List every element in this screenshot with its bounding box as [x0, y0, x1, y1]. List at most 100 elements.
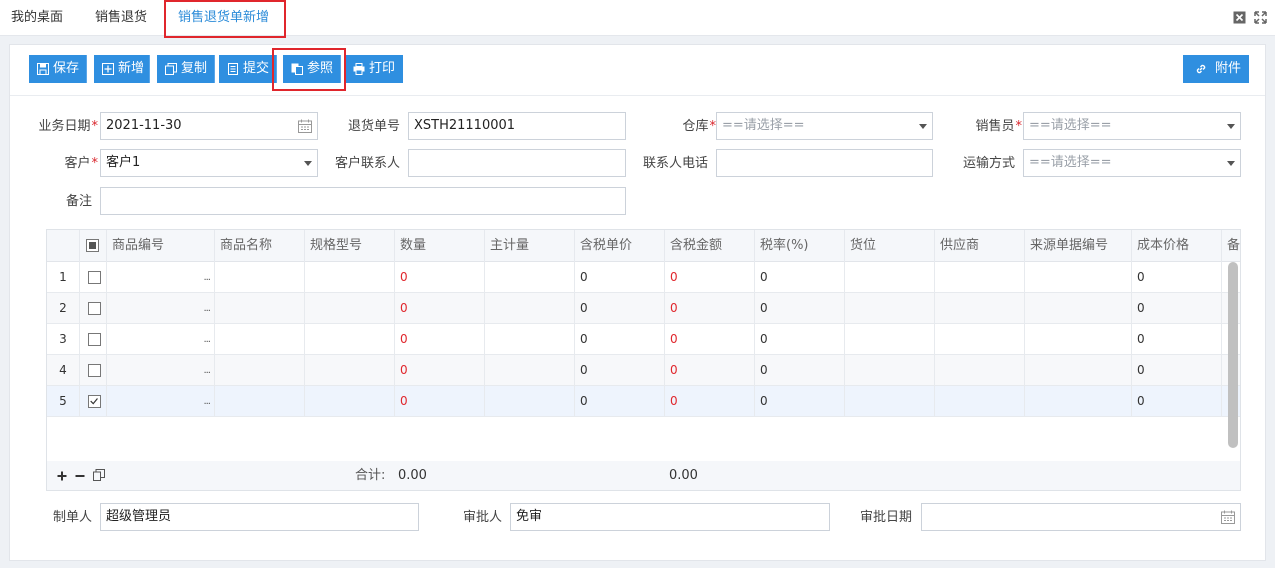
location-cell[interactable]	[845, 386, 935, 417]
product-name-cell[interactable]	[215, 355, 305, 386]
col-header[interactable]: 税率(%)	[755, 230, 845, 262]
price-cell[interactable]: 0	[575, 293, 665, 324]
price-cell[interactable]: 0	[575, 262, 665, 293]
qty-cell[interactable]: 0	[395, 355, 485, 386]
checkbox-cell[interactable]	[80, 262, 107, 293]
remove-row-icon[interactable]	[75, 471, 85, 481]
location-cell[interactable]	[845, 355, 935, 386]
tab-my-desktop[interactable]: 我的桌面	[11, 0, 63, 36]
product-name-cell[interactable]	[215, 324, 305, 355]
cost-cell[interactable]: 0	[1132, 293, 1222, 324]
source-no-cell[interactable]	[1025, 355, 1132, 386]
checkbox-cell[interactable]	[80, 355, 107, 386]
supplier-cell[interactable]	[935, 386, 1025, 417]
select-all-checkbox[interactable]	[86, 239, 99, 252]
supplier-cell[interactable]	[935, 293, 1025, 324]
fullscreen-icon[interactable]	[1254, 11, 1267, 24]
product-code-cell[interactable]: ...	[107, 355, 215, 386]
cost-cell[interactable]: 0	[1132, 324, 1222, 355]
spec-cell[interactable]	[305, 355, 395, 386]
col-header[interactable]: 来源单据编号	[1025, 230, 1132, 262]
location-cell[interactable]	[845, 293, 935, 324]
amount-cell[interactable]: 0	[665, 324, 755, 355]
product-name-cell[interactable]	[215, 293, 305, 324]
price-cell[interactable]: 0	[575, 386, 665, 417]
ellipsis-icon[interactable]: ...	[203, 293, 210, 324]
save-button[interactable]: 保存	[29, 55, 87, 83]
qty-cell[interactable]: 0	[395, 386, 485, 417]
col-header[interactable]: 商品编号	[107, 230, 215, 262]
cost-cell[interactable]: 0	[1132, 262, 1222, 293]
unit-cell[interactable]	[485, 386, 575, 417]
ellipsis-icon[interactable]: ...	[203, 324, 210, 355]
unit-cell[interactable]	[485, 324, 575, 355]
table-row[interactable]: 2... 0 0 0 0 0	[47, 293, 1240, 324]
checkbox-cell[interactable]	[80, 386, 107, 417]
print-button[interactable]: 打印	[345, 55, 403, 83]
unit-cell[interactable]	[485, 355, 575, 386]
amount-cell[interactable]: 0	[665, 293, 755, 324]
row-checkbox[interactable]	[88, 364, 101, 377]
col-header[interactable]: 数量	[395, 230, 485, 262]
remark-field[interactable]	[100, 187, 626, 215]
product-name-cell[interactable]	[215, 262, 305, 293]
location-cell[interactable]	[845, 262, 935, 293]
spec-cell[interactable]	[305, 293, 395, 324]
product-code-cell[interactable]: ...	[107, 324, 215, 355]
close-window-icon[interactable]	[1233, 11, 1246, 24]
supplier-cell[interactable]	[935, 262, 1025, 293]
tax-rate-cell[interactable]: 0	[755, 355, 845, 386]
col-header[interactable]: 规格型号	[305, 230, 395, 262]
table-row[interactable]: 1... 0 0 0 0 0	[47, 262, 1240, 293]
col-header[interactable]: 备	[1222, 230, 1240, 262]
product-code-cell[interactable]: ...	[107, 293, 215, 324]
col-header[interactable]: 成本价格	[1132, 230, 1222, 262]
calendar-icon[interactable]	[298, 119, 312, 133]
tax-rate-cell[interactable]: 0	[755, 386, 845, 417]
copy-button[interactable]: 复制	[157, 55, 215, 83]
ellipsis-icon[interactable]: ...	[203, 355, 210, 386]
source-no-cell[interactable]	[1025, 324, 1132, 355]
tax-rate-cell[interactable]: 0	[755, 262, 845, 293]
col-header[interactable]: 供应商	[935, 230, 1025, 262]
amount-cell[interactable]: 0	[665, 262, 755, 293]
col-header[interactable]: 含税单价	[575, 230, 665, 262]
table-row[interactable]: 4... 0 0 0 0 0	[47, 355, 1240, 386]
return-no-field[interactable]: XSTH21110001	[408, 112, 626, 140]
tax-rate-cell[interactable]: 0	[755, 293, 845, 324]
col-header[interactable]: 商品名称	[215, 230, 305, 262]
source-no-cell[interactable]	[1025, 293, 1132, 324]
tab-sales-return[interactable]: 销售退货	[95, 0, 147, 36]
col-header[interactable]: 含税金额	[665, 230, 755, 262]
customer-select[interactable]: 客户1	[100, 149, 318, 177]
phone-field[interactable]	[716, 149, 933, 177]
qty-cell[interactable]: 0	[395, 293, 485, 324]
row-checkbox[interactable]	[88, 271, 101, 284]
creator-field[interactable]: 超级管理员	[100, 503, 419, 531]
col-header[interactable]: 主计量	[485, 230, 575, 262]
col-header[interactable]: 货位	[845, 230, 935, 262]
price-cell[interactable]: 0	[575, 355, 665, 386]
unit-cell[interactable]	[485, 293, 575, 324]
source-no-cell[interactable]	[1025, 386, 1132, 417]
price-cell[interactable]: 0	[575, 324, 665, 355]
transport-select[interactable]: ==请选择==	[1023, 149, 1241, 177]
add-row-icon[interactable]	[57, 471, 67, 481]
calendar-icon[interactable]	[1221, 510, 1235, 524]
spec-cell[interactable]	[305, 386, 395, 417]
spec-cell[interactable]	[305, 324, 395, 355]
approver-field[interactable]: 免审	[510, 503, 830, 531]
ellipsis-icon[interactable]: ...	[203, 386, 210, 417]
vertical-scrollbar[interactable]	[1228, 262, 1238, 448]
cost-cell[interactable]: 0	[1132, 386, 1222, 417]
unit-cell[interactable]	[485, 262, 575, 293]
cost-cell[interactable]: 0	[1132, 355, 1222, 386]
row-checkbox[interactable]	[88, 333, 101, 346]
copy-row-icon[interactable]	[93, 469, 105, 481]
amount-cell[interactable]: 0	[665, 355, 755, 386]
source-no-cell[interactable]	[1025, 262, 1132, 293]
amount-cell[interactable]: 0	[665, 386, 755, 417]
spec-cell[interactable]	[305, 262, 395, 293]
ellipsis-icon[interactable]: ...	[203, 262, 210, 293]
approve-date-field[interactable]	[921, 503, 1241, 531]
